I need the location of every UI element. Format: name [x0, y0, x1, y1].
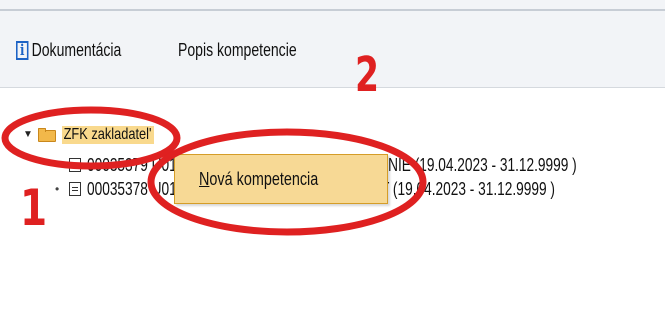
new-competence-menu-item[interactable]: Nová kompetencia: [199, 169, 318, 189]
tree-item-bullet: •: [55, 158, 60, 172]
info-icon: i: [16, 40, 29, 60]
annotation-number-1: 1: [20, 179, 48, 237]
menu-item-label-rest: ová kompetencia: [209, 169, 319, 189]
triangle-down-icon[interactable]: ▼: [22, 129, 34, 141]
popis-kompetencie-label: Popis kompetencie: [178, 40, 297, 60]
annotation-number-2: 2: [355, 47, 380, 103]
tree-root-label[interactable]: ZFK zakladatel': [62, 126, 154, 144]
document-icon: [69, 182, 81, 196]
tree-root-node[interactable]: ▼ ZFK zakladatel': [22, 125, 177, 145]
document-icon: [69, 158, 81, 172]
documentation-label: Dokumentácia: [31, 40, 122, 60]
context-menu: Nová kompetencia: [174, 154, 388, 204]
menu-item-mnemonic: N: [199, 169, 210, 189]
tree-item-bullet: •: [55, 182, 60, 196]
application-toolbar: i Dokumentácia Popis kompetencie: [0, 0, 665, 88]
documentation-button[interactable]: i Dokumentácia: [16, 38, 121, 62]
popis-kompetencie-button[interactable]: Popis kompetencie: [178, 38, 297, 62]
folder-open-icon: [38, 128, 56, 142]
toolbar-divider: [0, 9, 665, 11]
competence-tree-panel: ▼ ZFK zakladatel' • 00035379 U01310 ZFKZ…: [0, 88, 665, 328]
